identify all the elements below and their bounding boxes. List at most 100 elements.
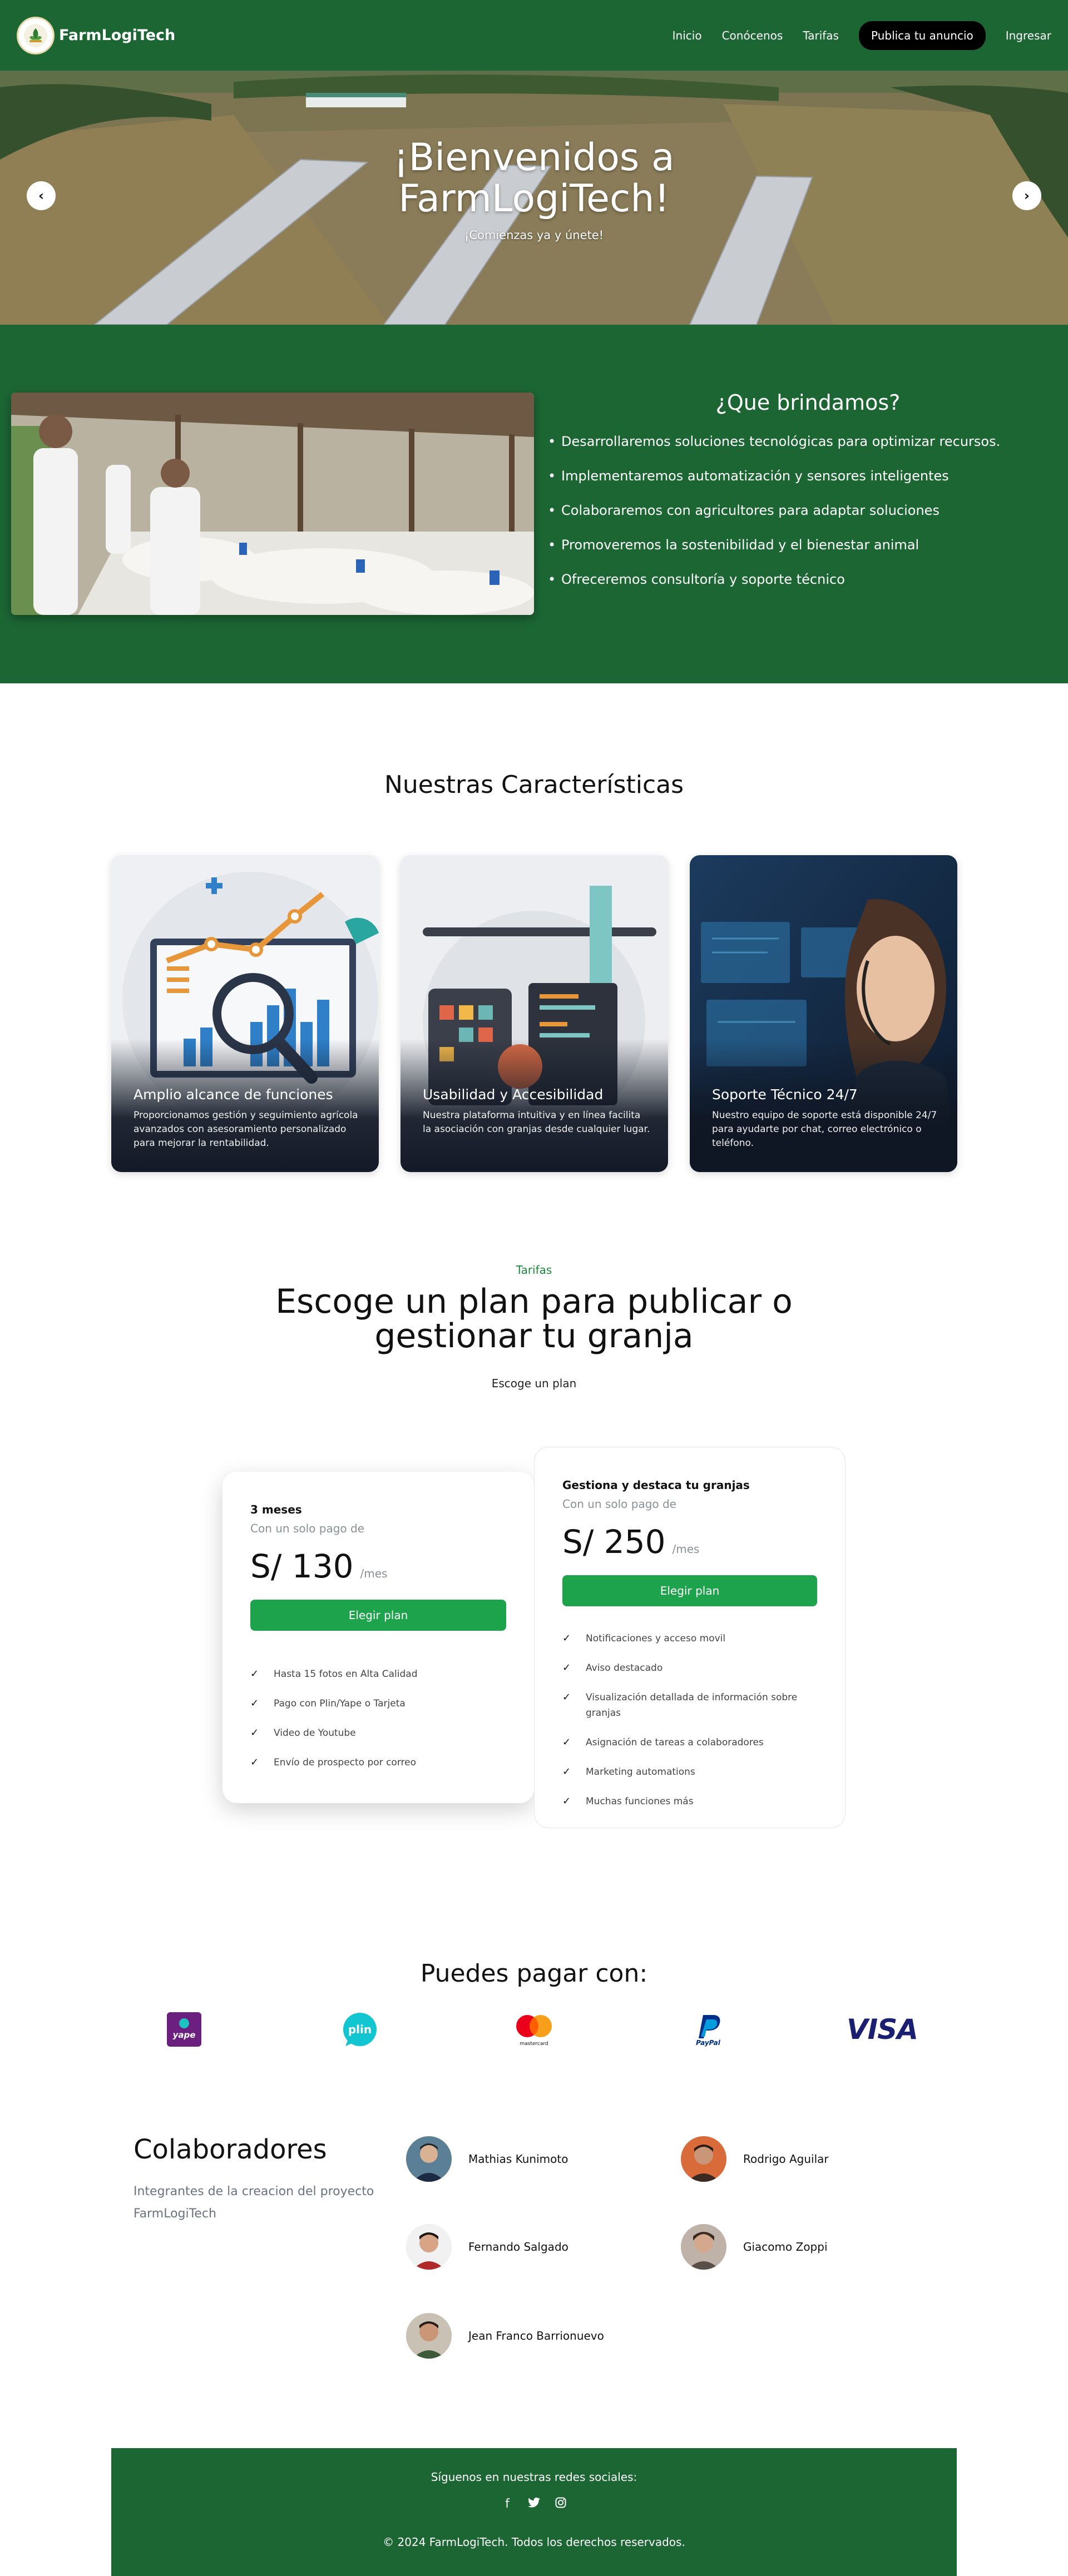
check-icon: ✓ xyxy=(562,1632,571,1644)
nav-link-conocenos[interactable]: Conócenos xyxy=(722,29,783,42)
card-shade xyxy=(690,1039,957,1172)
check-icon: ✓ xyxy=(562,1766,571,1778)
pricing-title-line1: Escoge un plan para publicar o xyxy=(275,1282,793,1321)
avatar xyxy=(681,2224,726,2270)
plan-feature-text: Pago con Plin/Yape o Tarjeta xyxy=(274,1698,406,1709)
plan-note: Con un solo pago de xyxy=(250,1522,364,1535)
plan-price: S/ 130 /mes xyxy=(250,1547,506,1585)
footer: Síguenos en nuestras redes sociales: f ©… xyxy=(111,2448,957,2576)
team-member: Mathias Kunimoto xyxy=(406,2136,568,2182)
team-member: Giacomo Zoppi xyxy=(681,2224,828,2270)
member-name: Rodrigo Aguilar xyxy=(743,2152,829,2166)
avatar xyxy=(406,2313,452,2359)
plan-feature: ✓ Asignación de tareas a colaboradores xyxy=(562,1735,817,1750)
feature-card-text: Proporcionamos gestión y seguimiento agr… xyxy=(134,1110,358,1149)
plan-feature: ✓ Marketing automations xyxy=(562,1764,817,1780)
feature-card-usability[interactable]: Usabilidad y Accesibilidad Nuestra plata… xyxy=(400,855,668,1172)
feature-card-text: Nuestro equipo de soporte está disponibl… xyxy=(712,1110,937,1149)
nav-link-tarifas[interactable]: Tarifas xyxy=(803,29,839,42)
member-name: Jean Franco Barrionuevo xyxy=(468,2329,604,2342)
plan-feature: ✓ Hasta 15 fotos en Alta Calidad xyxy=(250,1666,506,1682)
plan-feature: ✓ Visualización detallada de información … xyxy=(562,1690,817,1721)
plan-card-3-months: 3 meses Con un solo pago de S/ 130 /mes … xyxy=(222,1472,534,1803)
plan-feature-text: Hasta 15 fotos en Alta Calidad xyxy=(274,1669,418,1680)
plan-price: S/ 250 /mes xyxy=(562,1523,817,1561)
chevron-left-icon: ‹ xyxy=(38,188,44,204)
plan-feature-text: Envío de prospecto por correo xyxy=(274,1757,416,1768)
visa-logo-text: VISA xyxy=(846,2013,918,2046)
feature-card-support[interactable]: Soporte Técnico 24/7 Nuestro equipo de s… xyxy=(690,855,957,1172)
team-description: Integrantes de la creacion del proyecto … xyxy=(134,2185,374,2221)
team-member: Jean Franco Barrionuevo xyxy=(406,2313,604,2359)
pricing-title: Escoge un plan para publicar o gestionar… xyxy=(0,1284,1068,1353)
offer-list: Desarrollaremos soluciones tecnológicas … xyxy=(548,434,1000,606)
price-period: /mes xyxy=(672,1542,700,1556)
hero-text: ¡Bienvenidos a FarmLogiTech! ¡Comienzas … xyxy=(0,137,1068,242)
check-icon: ✓ xyxy=(562,1795,571,1807)
check-icon: ✓ xyxy=(250,1668,259,1680)
plan-feature: ✓ Envío de prospecto por correo xyxy=(250,1755,506,1770)
check-icon: ✓ xyxy=(250,1727,259,1739)
avatar xyxy=(406,2224,452,2270)
check-icon: ✓ xyxy=(562,1736,571,1748)
pricing-title-line2: gestionar tu granja xyxy=(374,1317,694,1356)
offer-item: Colaboraremos con agricultores para adap… xyxy=(548,503,1000,518)
plan-feature-text: Aviso destacado xyxy=(586,1662,663,1674)
avatar xyxy=(406,2136,452,2182)
plan-feature-text: Asignación de tareas a colaboradores xyxy=(586,1737,764,1748)
mastercard-logo-icon: mastercard xyxy=(511,2012,557,2047)
offer-item: Desarrollaremos soluciones tecnológicas … xyxy=(548,434,1000,449)
social-links: f xyxy=(111,2497,957,2511)
hero-title: ¡Bienvenidos a FarmLogiTech! xyxy=(0,137,1068,220)
plan-feature: ✓ Aviso destacado xyxy=(562,1660,817,1676)
offer-item: Ofreceremos consultoría y soporte técnic… xyxy=(548,572,1000,587)
plin-logo-text: plin xyxy=(348,2023,372,2036)
chevron-right-icon: › xyxy=(1024,188,1030,204)
publish-ad-button[interactable]: Publica tu anuncio xyxy=(858,21,986,50)
plan-note: Con un solo pago de xyxy=(562,1497,676,1511)
nav-link-inicio[interactable]: Inicio xyxy=(673,29,702,42)
plan-feature-text: Muchas funciones más xyxy=(586,1796,694,1807)
carousel-prev-button[interactable]: ‹ xyxy=(27,181,56,210)
feature-card-scope[interactable]: Amplio alcance de funciones Proporcionam… xyxy=(111,855,379,1172)
offer-item: Promoveremos la sostenibilidad y el bien… xyxy=(548,537,1000,553)
plan-feature: ✓ Muchas funciones más xyxy=(562,1794,817,1809)
brand[interactable]: FarmLogiTech xyxy=(17,16,176,54)
carousel-next-button[interactable]: › xyxy=(1012,181,1041,210)
top-nav: FarmLogiTech Inicio Conócenos Tarifas Pu… xyxy=(0,0,1068,71)
choose-plan-button[interactable]: Elegir plan xyxy=(250,1600,506,1631)
hero-carousel: ¡Bienvenidos a FarmLogiTech! ¡Comienzas … xyxy=(0,71,1068,325)
plin-logo-icon: plin xyxy=(340,2012,379,2047)
login-link[interactable]: Ingresar xyxy=(1006,29,1051,42)
choose-plan-button[interactable]: Elegir plan xyxy=(562,1575,817,1606)
instagram-icon[interactable] xyxy=(555,2497,567,2511)
payment-title: Puedes pagar con: xyxy=(420,1959,648,1988)
hero-subtitle: ¡Comienzas ya y únete! xyxy=(464,229,604,242)
team-title: Colaboradores xyxy=(134,2134,327,2165)
paypal-logo-text: PayPal xyxy=(696,2039,721,2047)
plan-feature-text: Visualización detallada de información s… xyxy=(586,1692,798,1719)
team-member: Fernando Salgado xyxy=(406,2224,568,2270)
plan-feature-text: Marketing automations xyxy=(586,1766,695,1778)
facebook-icon[interactable]: f xyxy=(501,2497,513,2511)
check-icon: ✓ xyxy=(250,1698,259,1709)
offer-item: Implementaremos automatización y sensore… xyxy=(548,468,1000,484)
footer-follow-text: Síguenos en nuestras redes sociales: xyxy=(431,2470,637,2484)
pricing-subtitle: Escoge un plan xyxy=(491,1377,577,1390)
farm-logo-icon xyxy=(17,16,55,54)
plan-feature-list: ✓ Hasta 15 fotos en Alta Calidad ✓ Pago co… xyxy=(250,1666,506,1770)
plan-card-manage: Gestiona y destaca tu granjas Con un sol… xyxy=(534,1447,846,1828)
plan-feature: ✓ Video de Youtube xyxy=(250,1725,506,1741)
feature-card-title: Usabilidad y Accesibilidad xyxy=(423,1086,604,1103)
feature-card-title: Amplio alcance de funciones xyxy=(134,1086,333,1103)
twitter-icon[interactable] xyxy=(528,2497,540,2511)
brand-name: FarmLogiTech xyxy=(59,27,176,44)
copyright: © 2024 FarmLogiTech. Todos los derechos … xyxy=(383,2535,685,2549)
avatar xyxy=(681,2136,726,2182)
plan-feature: ✓ Pago con Plin/Yape o Tarjeta xyxy=(250,1696,506,1711)
hero-title-line1: ¡Bienvenidos a xyxy=(393,136,675,180)
offer-section: ¿Que brindamos? Desarrollaremos solucion… xyxy=(0,325,1068,683)
offer-title: ¿Que brindamos? xyxy=(715,390,901,415)
mastercard-logo-text: mastercard xyxy=(520,2041,548,2047)
plan-feature-text: Notificaciones y acceso movil xyxy=(586,1633,726,1644)
